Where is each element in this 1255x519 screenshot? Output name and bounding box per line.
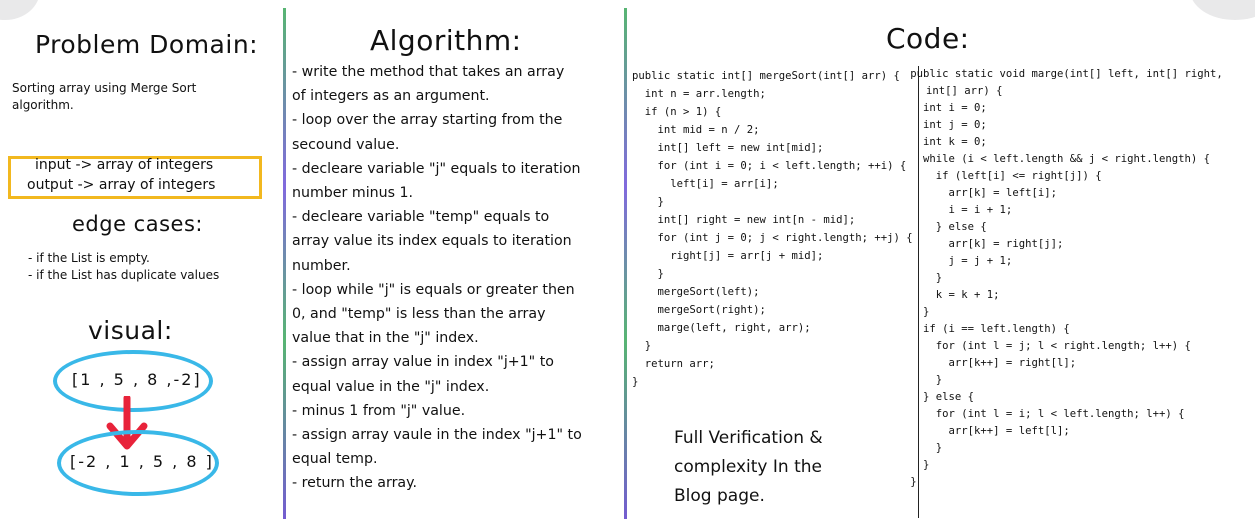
code-line: int k = 0; xyxy=(872,136,987,148)
code-line: if (left[i] <= right[j]) { xyxy=(872,170,1102,182)
algorithm-line: - loop while "j" is equals or greater th… xyxy=(292,281,575,298)
code-line: mergeSort(right); xyxy=(632,304,766,316)
code-line: for (int l = j; l < right.length; l++) { xyxy=(872,340,1191,352)
code-line: arr[k] = right[j]; xyxy=(872,238,1064,250)
algorithm-line: equal temp. xyxy=(292,451,378,468)
problem-domain-title: Problem Domain: xyxy=(35,30,259,59)
algorithm-line: number minus 1. xyxy=(292,185,414,202)
blog-note: Full Verification & complexity In the Bl… xyxy=(674,424,823,511)
input-line: input -> array of integers xyxy=(35,157,214,173)
visual-title: visual: xyxy=(88,316,173,345)
edge-case-empty: - if the List is empty. xyxy=(28,251,150,265)
algorithm-line: equal value in the "j" index. xyxy=(292,378,490,395)
code-line: } xyxy=(632,376,639,388)
problem-domain-column: Problem Domain: Sorting array using Merg… xyxy=(0,0,282,519)
code-line: if (n > 1) { xyxy=(632,106,722,118)
algorithm-line: array value its index equals to iteratio… xyxy=(292,233,572,250)
code-line: arr[k++] = left[l]; xyxy=(872,425,1070,437)
algorithm-line: - write the method that takes an array xyxy=(292,64,565,80)
code-line: } xyxy=(632,268,664,280)
code-title: Code: xyxy=(886,22,970,55)
code-line: int n = arr.length; xyxy=(632,88,766,100)
code-line: int i = 0; xyxy=(872,102,987,114)
output-line: output -> array of integers xyxy=(27,177,216,193)
algorithm-line: - minus 1 from "j" value. xyxy=(292,402,466,419)
code-line: public static int[] mergeSort(int[] arr)… xyxy=(632,70,900,82)
code-line: int[] arr) { xyxy=(926,85,1003,97)
column-divider-1 xyxy=(283,8,286,519)
code-line: marge(left, right, arr); xyxy=(632,322,811,334)
column-divider-2 xyxy=(624,8,627,519)
code-line: mergeSort(left); xyxy=(632,286,760,298)
problem-description: Sorting array using Merge Sort algorithm… xyxy=(12,81,197,112)
algorithm-line: value that in the "j" index. xyxy=(292,330,479,347)
algorithm-line: 0, and "temp" is less than the array xyxy=(292,306,546,323)
code-line: } xyxy=(632,340,652,352)
code-line: } xyxy=(872,459,930,471)
code-line: left[i] = arr[i]; xyxy=(632,178,779,190)
edge-cases-title: edge cases: xyxy=(72,212,203,236)
code-line: for (int j = 0; j < right.length; ++j) { xyxy=(632,232,913,244)
blog-note-line: complexity In the xyxy=(674,457,822,477)
code-line: } xyxy=(872,306,930,318)
before-array-text: [1 , 5 , 8 ,-2] xyxy=(72,370,202,389)
code-line: arr[k++] = right[l]; xyxy=(872,357,1077,369)
algorithm-column: Algorithm: - write the method that takes… xyxy=(288,0,622,519)
algorithm-line: secound value. xyxy=(292,136,400,153)
code-line: k = k + 1; xyxy=(872,289,1000,301)
code-line: int[] right = new int[n - mid]; xyxy=(632,214,856,226)
algorithm-line: - return the array. xyxy=(292,475,417,492)
code-line: for (int l = i; l < left.length; l++) { xyxy=(872,408,1185,420)
code-line: } else { xyxy=(872,221,987,233)
code-line: } xyxy=(632,196,664,208)
code-line: } xyxy=(872,272,943,284)
algorithm-line: of integers as an argument. xyxy=(292,88,490,105)
algorithm-line: - assign array vaule in the index "j+1" … xyxy=(292,427,582,444)
algorithm-line: - loop over the array starting from the xyxy=(292,112,563,129)
code-line: int mid = n / 2; xyxy=(632,124,760,136)
code-line: if (i == left.length) { xyxy=(872,323,1070,335)
edge-case-duplicates: - if the List has duplicate values xyxy=(28,268,220,282)
code-line: while (i < left.length && j < right.leng… xyxy=(872,153,1211,165)
algorithm-line: - decleare variable "j" equals to iterat… xyxy=(292,160,581,177)
algorithm-title: Algorithm: xyxy=(370,24,522,57)
code-line: arr[k] = left[i]; xyxy=(872,187,1057,199)
algorithm-line: - assign array value in index "j+1" to xyxy=(292,354,554,371)
code-line: } xyxy=(872,442,943,454)
code-line: i = i + 1; xyxy=(872,204,1013,216)
code-line: for (int i = 0; i < left.length; ++i) { xyxy=(632,160,907,172)
algorithm-line: number. xyxy=(292,257,351,274)
code-line: int[] left = new int[mid]; xyxy=(632,142,824,154)
after-array-text: [-2 , 1 , 5 , 8 ] xyxy=(70,452,214,471)
code-line: right[j] = arr[j + mid]; xyxy=(632,250,824,262)
code-line: j = j + 1; xyxy=(872,255,1013,267)
code-line: } else { xyxy=(872,391,975,403)
input-output-box: input -> array of integers output -> arr… xyxy=(8,156,262,199)
code-line: } xyxy=(872,374,943,386)
blog-note-line: Blog page. xyxy=(674,486,765,506)
code-line: public static void marge(int[] left, int… xyxy=(872,68,1223,80)
blog-note-line: Full Verification & xyxy=(674,428,823,448)
code-line: return arr; xyxy=(632,358,715,370)
code-line: } xyxy=(872,476,917,488)
algorithm-line: - decleare variable "temp" equals to xyxy=(292,209,550,226)
code-line: int j = 0; xyxy=(872,119,987,131)
algorithm-steps: - write the method that takes an array o… xyxy=(292,60,582,496)
